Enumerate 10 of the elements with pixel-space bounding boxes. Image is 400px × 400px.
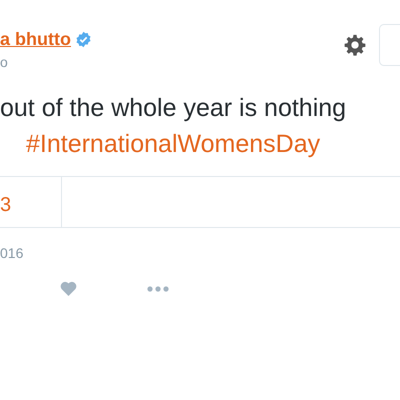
- stat-count[interactable]: 3: [0, 194, 12, 217]
- tweet-text: out of the whole year is nothing: [0, 93, 348, 124]
- tweet-date: 016: [0, 245, 24, 261]
- author-name-link[interactable]: a bhutto: [0, 28, 71, 50]
- more-dots-icon[interactable]: [147, 286, 169, 292]
- follow-button[interactable]: [379, 24, 400, 66]
- like-heart-icon[interactable]: [60, 281, 77, 296]
- author-handle: o: [0, 54, 9, 70]
- hashtag-link[interactable]: #InternationalWomensDay: [0, 126, 400, 162]
- settings-icon[interactable]: [344, 34, 366, 56]
